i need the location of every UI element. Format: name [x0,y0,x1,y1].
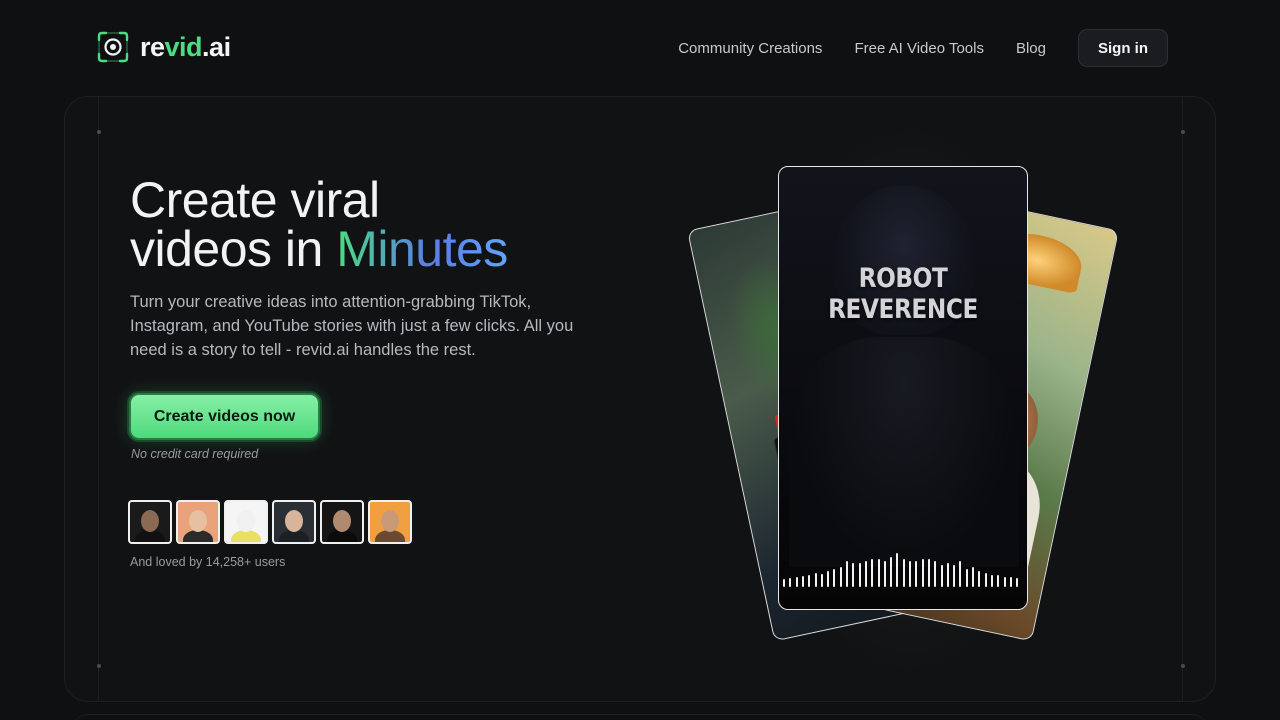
social-proof-text: And loved by 14,258+ users [130,555,286,569]
brand-wordmark: revid.ai [140,32,231,63]
nav-community-creations[interactable]: Community Creations [678,40,822,57]
waveform-bar [927,559,930,587]
waveform-bar [814,573,817,587]
brand-logo[interactable]: revid.ai [96,30,231,64]
waveform-bar [915,561,918,587]
user-avatar [368,500,412,544]
sign-in-button[interactable]: Sign in [1078,29,1168,67]
waveform-bar [990,575,993,587]
waveform-bar [965,569,968,587]
audio-waveform [783,553,1023,587]
brand-prefix: re [140,31,165,62]
headline-highlight: Minutes [336,221,508,277]
no-credit-card-note: No credit card required [131,447,259,461]
create-videos-button[interactable]: Create videos now [129,393,320,440]
waveform-bar [833,569,836,587]
waveform-bar [864,561,867,587]
corner-dot [1181,664,1185,668]
waveform-bar [820,574,823,587]
waveform-bar [959,561,962,587]
waveform-bar [852,563,855,587]
waveform-bar [877,559,880,587]
avatar-head [381,510,399,532]
hero-subtext: Turn your creative ideas into attention-… [130,293,574,359]
waveform-bar [808,575,811,587]
avatar-body [135,530,165,542]
user-avatar [224,500,268,544]
corner-dot [1181,130,1185,134]
waveform-bar [909,561,911,587]
waveform-bar [827,571,830,587]
waveform-bar [890,557,893,587]
waveform-bar [839,567,842,587]
guide-line-left [98,97,99,701]
main-nav: Community Creations Free AI Video Tools … [678,29,1168,67]
video-card-title: ROBOT REVERENCE [828,263,978,325]
hero-headline: Create viral videos in Minutes [130,175,508,277]
nav-free-ai-video-tools[interactable]: Free AI Video Tools [854,40,984,57]
user-avatar [320,500,364,544]
waveform-bar [997,575,1000,587]
waveform-bar [946,563,949,587]
avatar-body [279,530,309,542]
avatar-body [375,530,405,542]
headline-line-2-prefix: videos in [130,221,337,277]
user-avatar [128,500,172,544]
waveform-bar [789,578,792,587]
landing-page: revid.ai Community Creations Free AI Vid… [0,0,1280,720]
waveform-bar [934,561,937,587]
waveform-bar [972,567,974,587]
camera-eye-icon [96,30,130,64]
waveform-bar [858,563,861,587]
user-avatars [128,500,412,544]
waveform-bar [1009,577,1012,587]
waveform-bar [871,559,874,587]
nav-blog[interactable]: Blog [1016,40,1046,57]
avatar-head [237,510,255,532]
waveform-bar [940,565,943,587]
waveform-bar [1016,578,1019,587]
waveform-bar [846,561,848,587]
avatar-body [327,530,357,542]
waveform-bar [902,559,905,587]
avatar-body [231,530,261,542]
waveform-bar [801,576,804,587]
waveform-bar [783,579,785,587]
waveform-bar [883,561,886,587]
robot-body-shape [789,337,1019,567]
brand-highlight: vid [164,31,203,62]
waveform-bar [921,559,924,587]
top-header: revid.ai Community Creations Free AI Vid… [0,0,1280,96]
video-card-center[interactable]: ROBOT REVERENCE [778,166,1028,610]
user-avatar [272,500,316,544]
brand-suffix: .ai [202,31,231,62]
waveform-bar [984,573,987,587]
next-section-frame [72,714,1208,720]
waveform-bar [1003,577,1006,587]
user-avatar [176,500,220,544]
avatar-head [189,510,207,532]
corner-dot [97,664,101,668]
corner-dot [97,130,101,134]
guide-line-right [1182,97,1183,701]
headline-line-1: Create viral [130,172,380,228]
waveform-bar [896,553,899,587]
waveform-bar [795,577,798,587]
waveform-bar [978,571,981,587]
avatar-body [183,530,213,542]
waveform-bar [953,565,956,587]
avatar-head [333,510,351,532]
avatar-head [141,510,159,532]
avatar-head [285,510,303,532]
